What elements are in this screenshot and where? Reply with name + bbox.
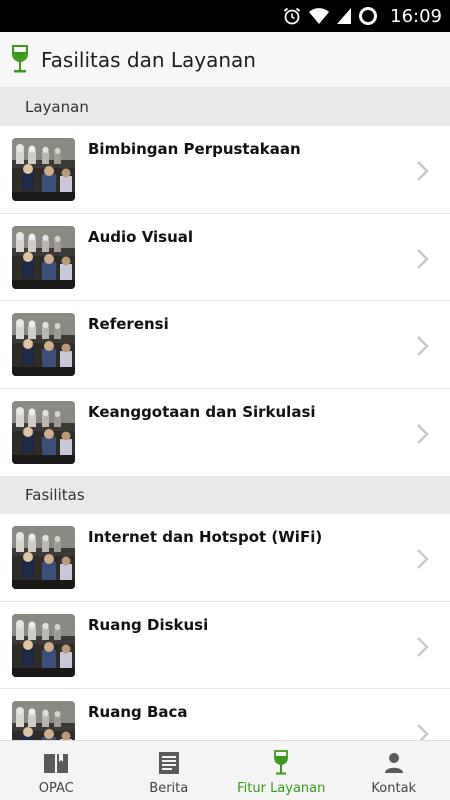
thumbnail-image — [12, 400, 75, 464]
chevron-right-icon — [416, 248, 430, 270]
nav-label: Fitur Layanan — [237, 781, 326, 796]
news-icon — [158, 751, 180, 775]
chevron-right-icon — [416, 723, 430, 740]
section-layanan: Bimbingan Perpustakaan Audio Visual Refe… — [0, 126, 450, 476]
page-title: Fasilitas dan Layanan — [41, 47, 256, 72]
section-header-fasilitas: Fasilitas — [0, 476, 450, 514]
list-item-label: Internet dan Hotspot (WiFi) — [88, 528, 323, 546]
chevron-right-icon — [416, 335, 430, 357]
section-header-layanan: Layanan — [0, 88, 450, 126]
list-item-ruang-baca[interactable]: Ruang Baca — [0, 689, 450, 740]
nav-label: OPAC — [38, 781, 74, 796]
thumbnail-image — [12, 526, 75, 589]
battery-ring-icon — [358, 6, 378, 26]
alarm-icon — [282, 6, 302, 26]
thumbnail-image — [12, 613, 75, 677]
bottom-nav: OPAC Berita Fitur Layanan Kontak — [0, 740, 450, 800]
list-item-label: Ruang Baca — [88, 703, 188, 721]
signal-icon — [336, 7, 352, 25]
nav-item-kontak[interactable]: Kontak — [338, 741, 450, 800]
app-bar: Fasilitas dan Layanan — [0, 32, 450, 88]
status-icons: 16:09 — [282, 0, 442, 32]
thumbnail-image — [12, 701, 75, 740]
nav-item-fitur-layanan[interactable]: Fitur Layanan — [225, 741, 338, 800]
list-item-label: Referensi — [88, 315, 169, 333]
list-item-internet-hotspot[interactable]: Internet dan Hotspot (WiFi) — [0, 514, 450, 602]
nav-label: Kontak — [371, 781, 417, 796]
list-item-audio-visual[interactable]: Audio Visual — [0, 213, 450, 301]
content-list[interactable]: Layanan Bimbingan Perpustakaan Audio Vis… — [0, 88, 450, 740]
list-item-referensi[interactable]: Referensi — [0, 301, 450, 389]
book-icon — [43, 751, 69, 775]
thumbnail-image — [12, 313, 75, 376]
thumbnail-image — [12, 225, 75, 289]
nav-item-berita[interactable]: Berita — [113, 741, 226, 800]
list-item-label: Audio Visual — [88, 227, 194, 246]
nav-label: Berita — [149, 781, 189, 796]
wine-glass-logo-icon — [10, 43, 30, 77]
wifi-icon — [308, 7, 330, 25]
person-icon — [384, 751, 404, 775]
chevron-right-icon — [416, 548, 430, 570]
chevron-right-icon — [416, 636, 430, 658]
status-bar: 16:09 — [0, 0, 450, 32]
chevron-right-icon — [416, 423, 430, 445]
list-item-bimbingan-perpustakaan[interactable]: Bimbingan Perpustakaan — [0, 126, 450, 214]
list-item-keanggotaan-sirkulasi[interactable]: Keanggotaan dan Sirkulasi — [0, 388, 450, 476]
glass-icon — [273, 750, 289, 775]
list-item-label: Ruang Diskusi — [88, 615, 209, 634]
thumbnail-image — [12, 138, 75, 201]
list-item-ruang-diskusi[interactable]: Ruang Diskusi — [0, 601, 450, 689]
list-item-label: Bimbingan Perpustakaan — [88, 140, 301, 158]
nav-item-opac[interactable]: OPAC — [0, 741, 113, 800]
section-fasilitas: Internet dan Hotspot (WiFi) Ruang Diskus… — [0, 514, 450, 740]
chevron-right-icon — [416, 160, 430, 182]
list-item-label: Keanggotaan dan Sirkulasi — [88, 402, 316, 421]
status-clock: 16:09 — [390, 5, 442, 27]
